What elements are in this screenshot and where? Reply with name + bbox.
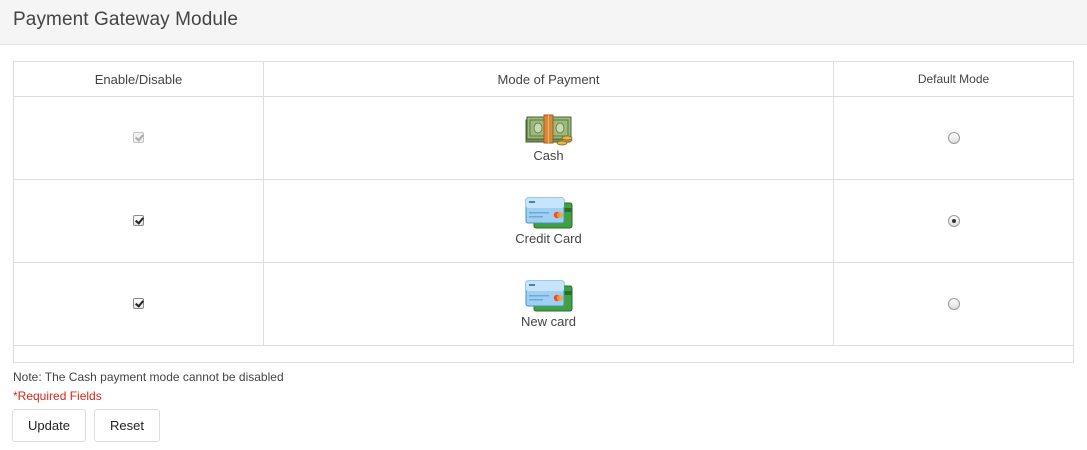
default-cell [833, 262, 1073, 346]
table-header-row: Enable/Disable Mode of Payment Default M… [14, 62, 1073, 97]
cash-icon [525, 114, 572, 145]
default-radio-new-card[interactable] [947, 297, 960, 310]
table-row-credit-card: Credit Card [14, 179, 1073, 263]
default-radio-cash[interactable] [947, 131, 960, 144]
payment-mode-label: New card [521, 313, 576, 329]
column-header-mode: Mode of Payment [263, 62, 834, 97]
required-fields-note: *Required Fields [13, 389, 102, 403]
page-header: Payment Gateway Module [0, 0, 1087, 45]
default-cell [833, 96, 1073, 180]
reset-button[interactable]: Reset [94, 409, 160, 442]
enable-checkbox-credit-card[interactable] [133, 215, 144, 227]
cash-note: Note: The Cash payment mode cannot be di… [13, 370, 284, 384]
table-row-new-card: New card [14, 262, 1073, 346]
payment-mode-label: Credit Card [515, 230, 582, 246]
enable-cell [14, 96, 264, 180]
default-radio-credit-card[interactable] [947, 214, 960, 227]
payment-mode-label: Cash [533, 147, 564, 163]
credit-card-icon [525, 197, 572, 228]
payment-modes-table: Enable/Disable Mode of Payment Default M… [13, 61, 1074, 363]
column-header-enable: Enable/Disable [14, 62, 264, 97]
enable-cell [14, 262, 264, 346]
mode-cell: Credit Card [263, 179, 834, 263]
default-cell [833, 179, 1073, 263]
table-row-cash: Cash [14, 96, 1073, 180]
mode-cell: New card [263, 262, 834, 346]
page-title: Payment Gateway Module [13, 9, 239, 30]
column-header-default: Default Mode [833, 62, 1073, 97]
mode-cell: Cash [263, 96, 834, 180]
update-button[interactable]: Update [12, 409, 86, 442]
enable-checkbox-new-card[interactable] [133, 298, 144, 310]
enable-cell [14, 179, 264, 263]
enable-checkbox-cash [133, 132, 144, 144]
credit-card-icon [525, 280, 572, 311]
